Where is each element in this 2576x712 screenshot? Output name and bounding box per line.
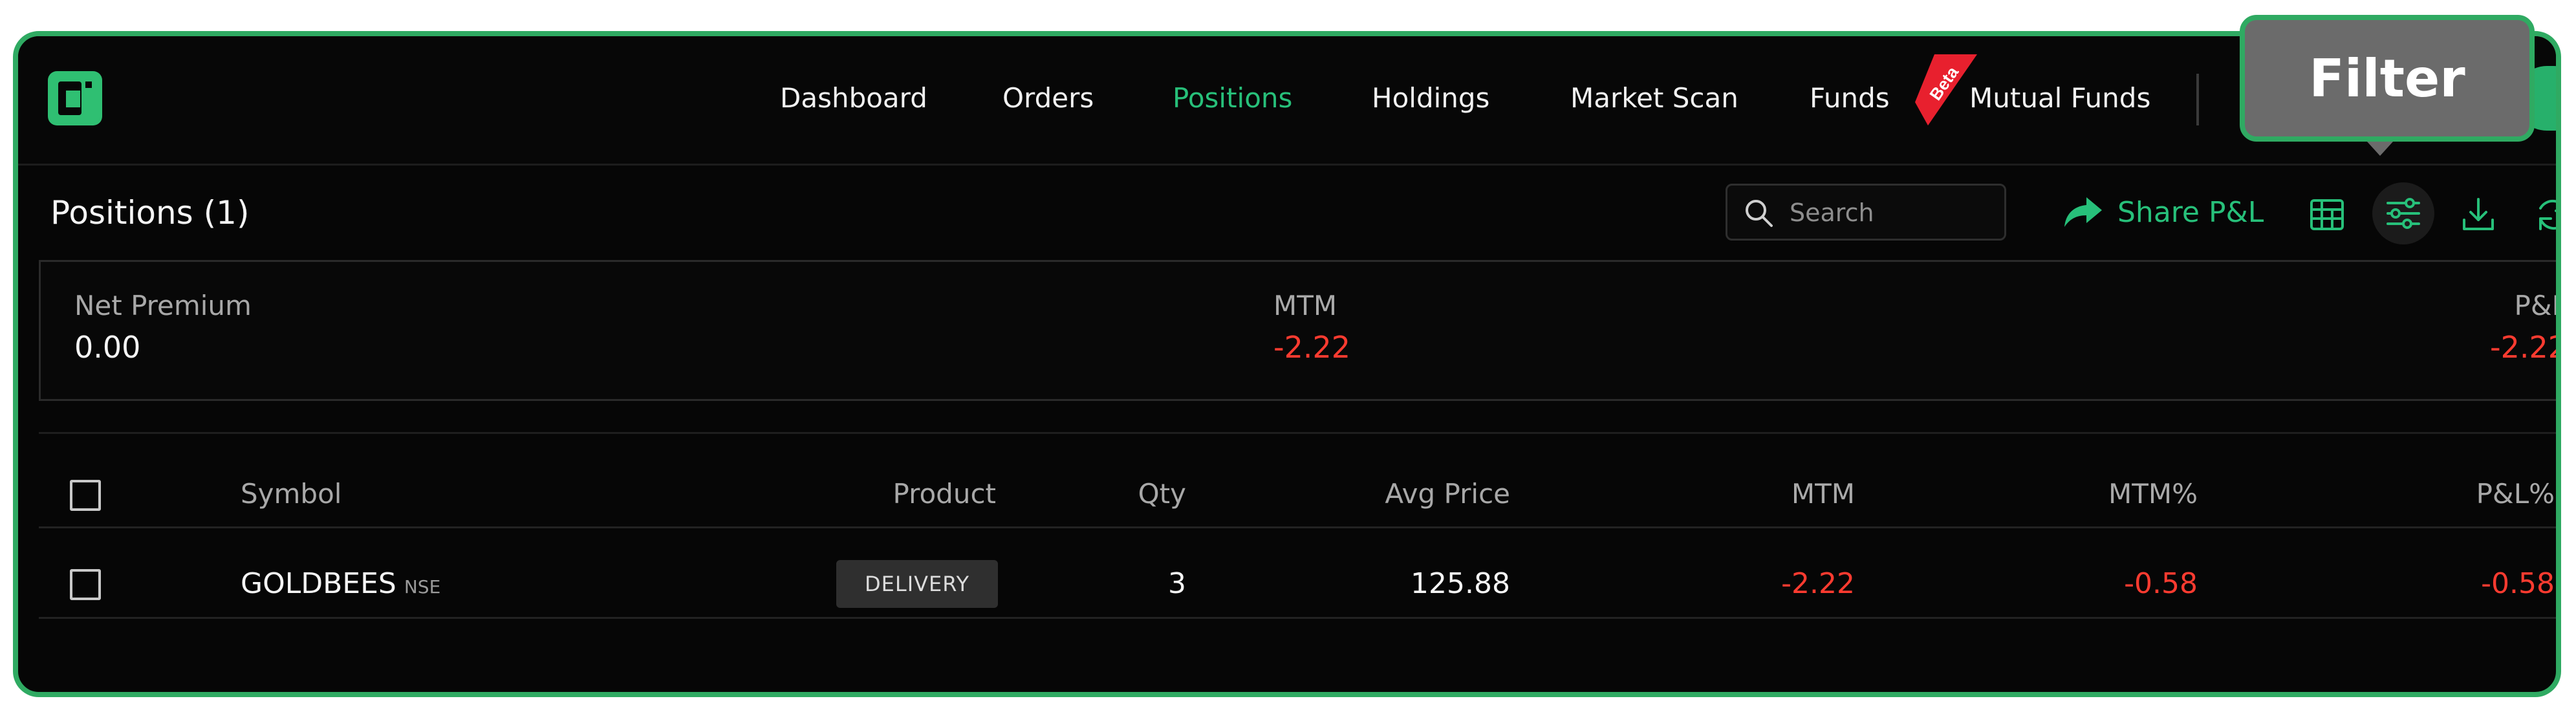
search-box[interactable] — [1726, 184, 2006, 241]
product-badge: DELIVERY — [836, 560, 998, 608]
share-pnl-button[interactable]: Share P&L — [2063, 189, 2264, 235]
search-icon — [1746, 200, 1773, 227]
mtm-cell: -2.22 — [1781, 567, 1855, 600]
exchange-label: NSE — [404, 576, 441, 598]
net-premium-label: Net Premium — [74, 290, 252, 321]
filter-sliders-icon — [2387, 198, 2420, 229]
qty-cell: 3 — [1168, 567, 1186, 600]
header-qty[interactable]: Qty — [1066, 476, 1186, 512]
symbol-name: GOLDBEES — [241, 567, 396, 600]
mtm-pct-cell: -0.58 — [2124, 567, 2198, 600]
page-title: Positions (1) — [50, 194, 250, 232]
search-input[interactable] — [1788, 195, 1995, 231]
table-top-divider — [39, 432, 2556, 434]
net-premium-value: 0.00 — [74, 330, 141, 365]
nav-item-market-scan[interactable]: Market Scan — [1570, 79, 1738, 118]
brand-logo-icon[interactable] — [48, 71, 102, 125]
filter-tooltip: Filter — [2240, 15, 2535, 142]
mtm-value: -2.22 — [1273, 330, 1351, 365]
select-all-checkbox[interactable] — [70, 480, 101, 511]
summary-panel: Net Premium 0.00 MTM -2.22 P&L -2.22 — [39, 260, 2561, 401]
tooltip-arrow — [2367, 142, 2393, 156]
nav-item-dashboard[interactable]: Dashboard — [780, 79, 927, 118]
nav-item-positions[interactable]: Positions — [1173, 79, 1292, 118]
share-pnl-label: Share P&L — [2117, 195, 2264, 229]
row-divider — [39, 617, 2556, 619]
pnl-value: -2.22 — [2489, 330, 2561, 365]
nav-item-orders[interactable]: Orders — [1002, 79, 1094, 118]
header-pnl-pct[interactable]: P&L% — [2372, 476, 2555, 512]
filter-button[interactable] — [2372, 182, 2434, 244]
beta-badge: Beta — [1915, 54, 1977, 125]
download-icon[interactable] — [2458, 194, 2499, 235]
pnl-pct-cell: -0.58 — [2481, 567, 2555, 600]
nav-divider — [2196, 74, 2199, 125]
header-mtm-pct[interactable]: MTM% — [1997, 476, 2198, 512]
filter-tooltip-text: Filter — [2309, 48, 2465, 109]
mtm-label: MTM — [1273, 290, 1337, 321]
symbol-cell[interactable]: GOLDBEES NSE — [241, 565, 440, 606]
nav-item-funds[interactable]: Funds — [1810, 79, 1890, 118]
header-product[interactable]: Product — [820, 476, 996, 512]
top-navbar: Dashboard Orders Positions Holdings Mark… — [18, 36, 2556, 166]
pnl-label: P&L — [2514, 290, 2556, 321]
header-divider — [39, 526, 2556, 528]
table-columns-icon[interactable] — [2306, 194, 2348, 235]
nav-item-mutual-funds[interactable]: Mutual Funds — [1969, 79, 2150, 118]
nav-item-holdings[interactable]: Holdings — [1372, 79, 1489, 118]
avg-price-cell: 125.88 — [1411, 567, 1510, 600]
share-arrow-icon — [2064, 197, 2102, 227]
row-checkbox[interactable] — [70, 569, 101, 600]
app-window: Dashboard Orders Positions Holdings Mark… — [13, 31, 2561, 697]
header-symbol[interactable]: Symbol — [241, 476, 341, 512]
refresh-icon[interactable] — [2533, 194, 2561, 235]
header-avg-price[interactable]: Avg Price — [1312, 476, 1510, 512]
header-mtm[interactable]: MTM — [1674, 476, 1855, 512]
